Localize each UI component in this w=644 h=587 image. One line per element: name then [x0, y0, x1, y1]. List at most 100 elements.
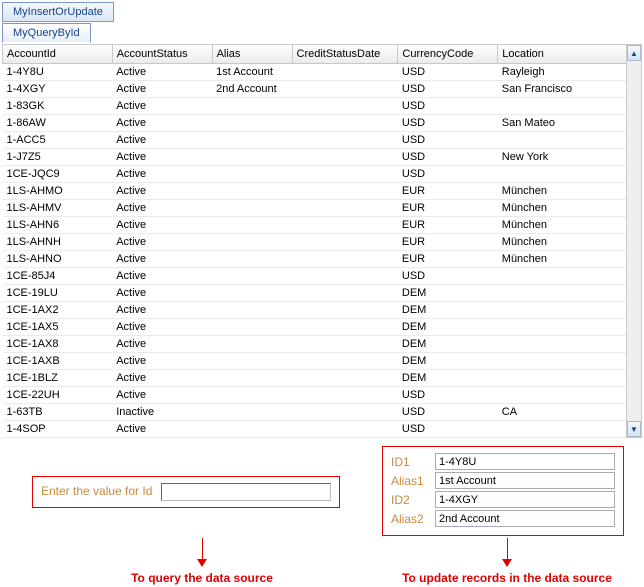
cell-accountstatus: Active — [112, 234, 212, 251]
cell-currencycode: DEM — [398, 285, 498, 302]
table-row[interactable]: 1CE-1BLZActiveDEM — [3, 370, 628, 387]
table-row[interactable]: 1CE-1AXBActiveDEM — [3, 353, 628, 370]
table-row[interactable]: 1-86AWActiveUSDSan Mateo — [3, 115, 628, 132]
table-row[interactable]: 1-J7Z5ActiveUSDNew York — [3, 149, 628, 166]
data-grid: AccountIdAccountStatusAliasCreditStatusD… — [2, 44, 642, 438]
cell-currencycode: DEM — [398, 336, 498, 353]
cell-currencycode: DEM — [398, 319, 498, 336]
vertical-scrollbar[interactable]: ▲ ▼ — [626, 45, 642, 438]
tab-my-query-by-id[interactable]: MyQueryById — [2, 23, 91, 43]
cell-creditstatusdate — [292, 421, 398, 438]
cell-location — [498, 336, 628, 353]
table-row[interactable]: 1-63TBInactiveUSDCA — [3, 404, 628, 421]
column-header-creditstatusdate[interactable]: CreditStatusDate — [292, 45, 398, 64]
cell-accountid: 1LS-AHN6 — [3, 217, 113, 234]
table-row[interactable]: 1-4Y8UActive1st AccountUSDRayleigh — [3, 64, 628, 81]
table-row[interactable]: 1CE-1AX8ActiveDEM — [3, 336, 628, 353]
column-header-location[interactable]: Location — [498, 45, 628, 64]
table-row[interactable]: 1CE-1AX5ActiveDEM — [3, 319, 628, 336]
cell-accountid: 1-4Y8U — [3, 64, 113, 81]
table-row[interactable]: 1LS-AHN6ActiveEURMünchen — [3, 217, 628, 234]
arrow-head-icon — [502, 559, 512, 567]
cell-currencycode: DEM — [398, 302, 498, 319]
cell-creditstatusdate — [292, 268, 398, 285]
cell-accountstatus: Active — [112, 149, 212, 166]
table-row[interactable]: 1CE-JQC9ActiveUSD — [3, 166, 628, 183]
cell-alias — [212, 166, 292, 183]
field-label-id1: ID1 — [391, 455, 435, 469]
cell-creditstatusdate — [292, 285, 398, 302]
cell-accountid: 1CE-1AX5 — [3, 319, 113, 336]
cell-alias: 2nd Account — [212, 81, 292, 98]
table-row[interactable]: 1-4SOPActiveUSD — [3, 421, 628, 438]
table-row[interactable]: 1-4XGYActive2nd AccountUSDSan Francisco — [3, 81, 628, 98]
field-label-alias2: Alias2 — [391, 512, 435, 526]
cell-creditstatusdate — [292, 353, 398, 370]
query-id-input[interactable] — [161, 483, 331, 501]
table-row[interactable]: 1LS-AHMVActiveEURMünchen — [3, 200, 628, 217]
cell-location — [498, 268, 628, 285]
cell-currencycode: USD — [398, 98, 498, 115]
column-header-accountstatus[interactable]: AccountStatus — [112, 45, 212, 64]
column-header-alias[interactable]: Alias — [212, 45, 292, 64]
cell-accountid: 1CE-19LU — [3, 285, 113, 302]
field-label-alias1: Alias1 — [391, 474, 435, 488]
cell-location — [498, 421, 628, 438]
cell-location: München — [498, 183, 628, 200]
cell-currencycode: USD — [398, 132, 498, 149]
tab-my-insert-or-update[interactable]: MyInsertOrUpdate — [2, 2, 114, 22]
scroll-down-icon[interactable]: ▼ — [627, 421, 641, 437]
cell-creditstatusdate — [292, 319, 398, 336]
column-header-currencycode[interactable]: CurrencyCode — [398, 45, 498, 64]
cell-location — [498, 302, 628, 319]
cell-creditstatusdate — [292, 370, 398, 387]
table-row[interactable]: 1CE-22UHActiveUSD — [3, 387, 628, 404]
field-input-id1[interactable] — [435, 453, 615, 470]
cell-location: CA — [498, 404, 628, 421]
cell-location — [498, 166, 628, 183]
cell-alias — [212, 285, 292, 302]
cell-accountstatus: Active — [112, 268, 212, 285]
table-row[interactable]: 1CE-85J4ActiveUSD — [3, 268, 628, 285]
cell-accountstatus: Active — [112, 166, 212, 183]
cell-creditstatusdate — [292, 81, 398, 98]
table-row[interactable]: 1LS-AHNHActiveEURMünchen — [3, 234, 628, 251]
cell-accountstatus: Active — [112, 285, 212, 302]
cell-currencycode: DEM — [398, 353, 498, 370]
cell-creditstatusdate — [292, 217, 398, 234]
table-row[interactable]: 1-83GKActiveUSD — [3, 98, 628, 115]
cell-currencycode: EUR — [398, 234, 498, 251]
cell-currencycode: DEM — [398, 370, 498, 387]
cell-location — [498, 370, 628, 387]
table-row[interactable]: 1CE-19LUActive DEM — [3, 285, 628, 302]
cell-location: San Mateo — [498, 115, 628, 132]
column-header-accountid[interactable]: AccountId — [3, 45, 113, 64]
table-row[interactable]: 1LS-AHMOActiveEURMünchen — [3, 183, 628, 200]
scroll-up-icon[interactable]: ▲ — [627, 45, 641, 61]
table-row[interactable]: 1LS-AHNOActiveEURMünchen — [3, 251, 628, 268]
cell-alias — [212, 353, 292, 370]
cell-location — [498, 285, 628, 302]
table-row[interactable]: 1CE-1AX2ActiveDEM — [3, 302, 628, 319]
cell-currencycode: USD — [398, 166, 498, 183]
cell-accountstatus: Active — [112, 336, 212, 353]
cell-location: New York — [498, 149, 628, 166]
cell-alias — [212, 200, 292, 217]
cell-creditstatusdate — [292, 234, 398, 251]
cell-accountid: 1LS-AHMV — [3, 200, 113, 217]
table-row[interactable]: 1-ACC5ActiveUSD — [3, 132, 628, 149]
cell-accountid: 1LS-AHNH — [3, 234, 113, 251]
field-input-alias1[interactable] — [435, 472, 615, 489]
cell-location: München — [498, 217, 628, 234]
cell-accountstatus: Active — [112, 200, 212, 217]
cell-accountid: 1LS-AHNO — [3, 251, 113, 268]
cell-location: München — [498, 251, 628, 268]
cell-currencycode: EUR — [398, 183, 498, 200]
cell-creditstatusdate — [292, 132, 398, 149]
query-id-label: Enter the value for Id — [41, 484, 152, 498]
cell-location: Rayleigh — [498, 64, 628, 81]
cell-currencycode: EUR — [398, 200, 498, 217]
field-input-id2[interactable] — [435, 491, 615, 508]
field-input-alias2[interactable] — [435, 510, 615, 527]
cell-accountid: 1-83GK — [3, 98, 113, 115]
